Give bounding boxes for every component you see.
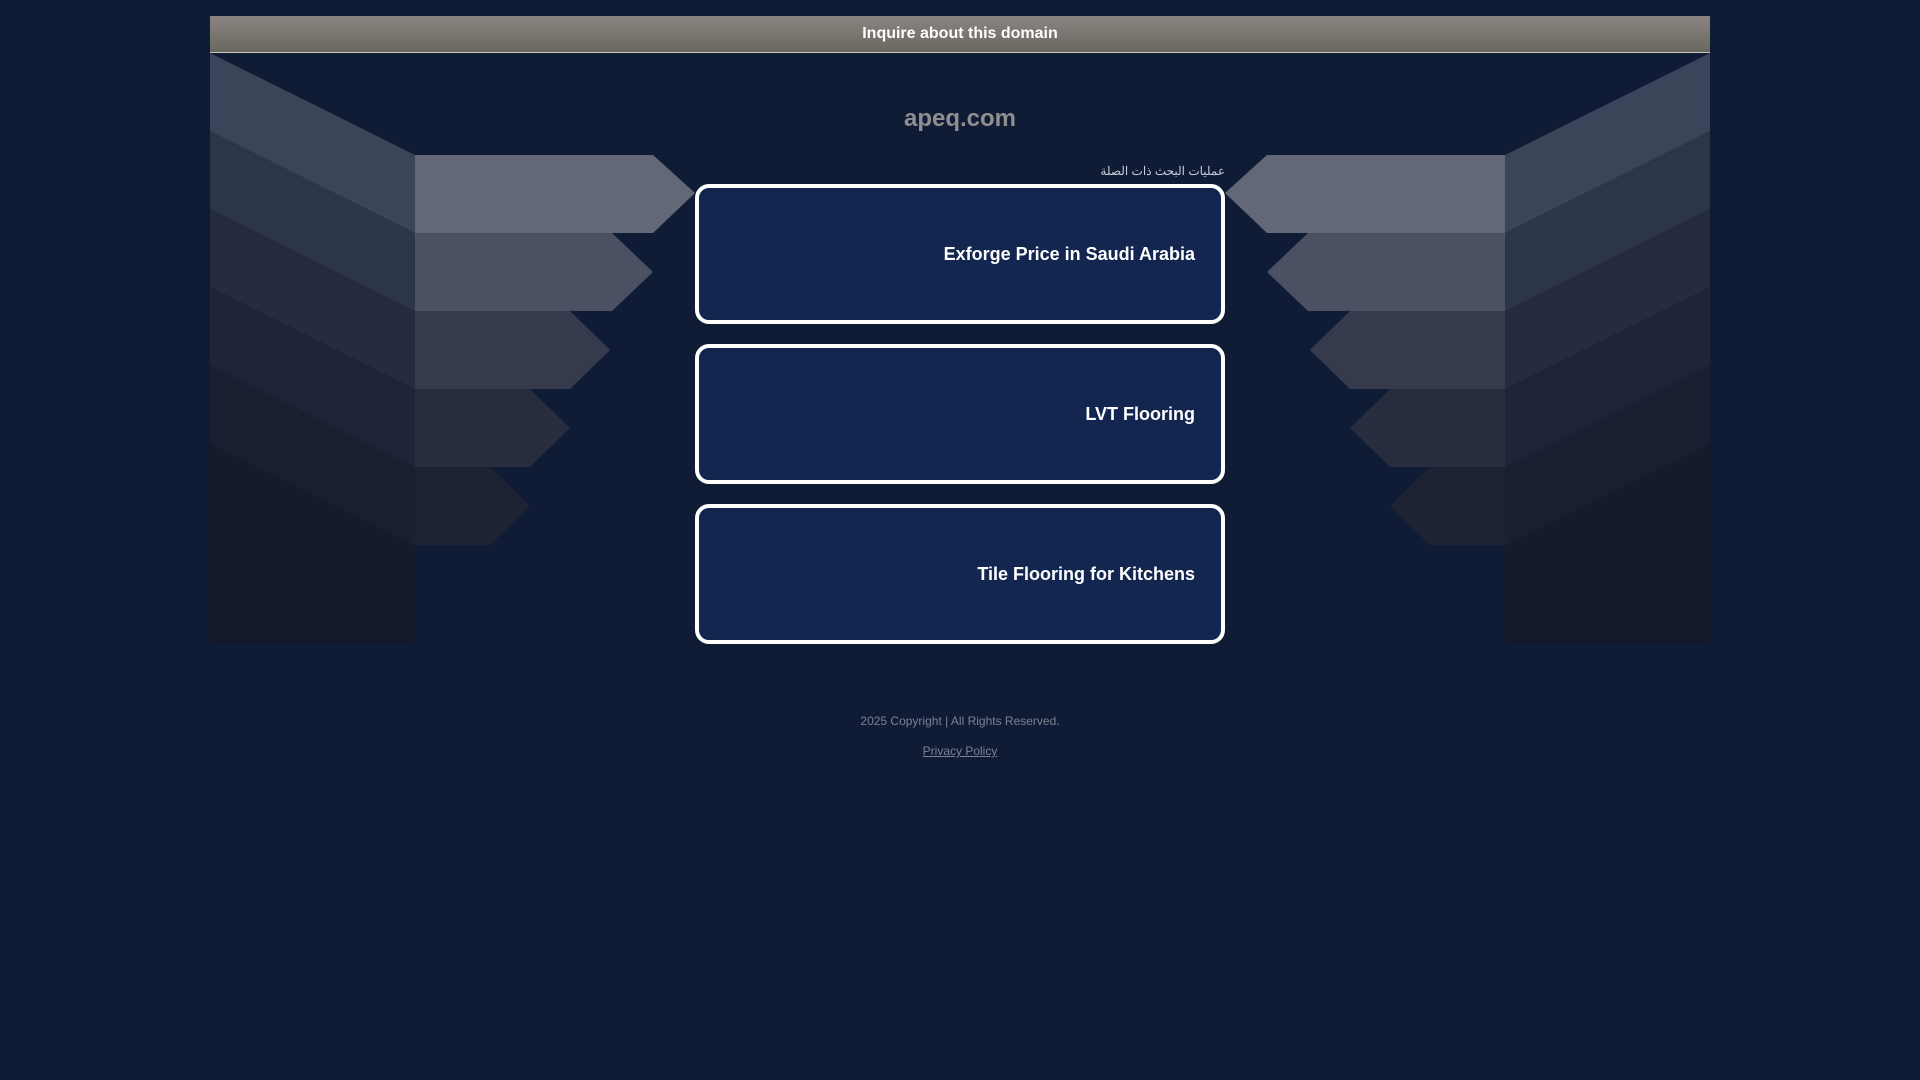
related-link-label: Exforge Price in Saudi Arabia bbox=[943, 243, 1195, 264]
domain-name-title: apeq.com bbox=[903, 105, 1017, 132]
related-link-lvt-flooring[interactable]: LVT Flooring bbox=[695, 344, 1225, 484]
privacy-policy-container: Privacy Policy bbox=[0, 744, 1920, 758]
related-link-tile-flooring[interactable]: Tile Flooring for Kitchens bbox=[695, 504, 1225, 644]
inquire-bar: Inquire about this domain bbox=[210, 16, 1710, 53]
related-link-label: Tile Flooring for Kitchens bbox=[977, 563, 1195, 584]
related-links-list: Exforge Price in Saudi Arabia LVT Floori… bbox=[695, 184, 1225, 664]
related-link-label: LVT Flooring bbox=[1085, 403, 1195, 424]
related-link-exforge[interactable]: Exforge Price in Saudi Arabia bbox=[695, 184, 1225, 324]
privacy-policy-link[interactable]: Privacy Policy bbox=[923, 744, 998, 758]
related-searches-label: عمليات البحث ذات الصلة bbox=[1100, 164, 1225, 178]
copyright-text: 2025 Copyright | All Rights Reserved. bbox=[860, 714, 1060, 728]
inquire-domain-link[interactable]: Inquire about this domain bbox=[862, 25, 1058, 43]
parked-domain-page: Inquire about this domain apeq.com عمليا… bbox=[0, 0, 1920, 1080]
